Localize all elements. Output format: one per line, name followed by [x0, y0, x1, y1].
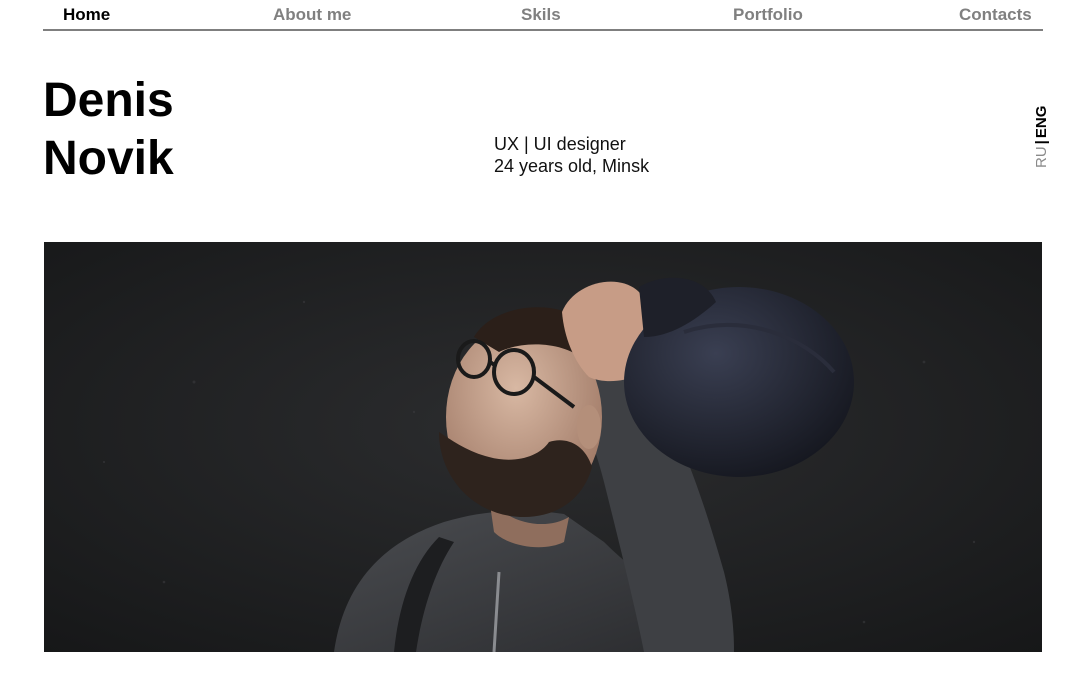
language-switcher: RU|ENG [1032, 98, 1052, 168]
hero-photo-image [44, 242, 1042, 652]
nav-item-skills[interactable]: Skils [521, 5, 561, 25]
nav-item-portfolio[interactable]: Portfolio [733, 5, 803, 25]
lang-option-ru[interactable]: RU [1033, 146, 1050, 168]
nav-item-about-me[interactable]: About me [273, 5, 351, 25]
lang-separator: | [1033, 140, 1050, 145]
hero-name: Denis Novik [43, 72, 174, 188]
hero-last-name: Novik [43, 132, 174, 185]
lang-option-eng[interactable]: ENG [1033, 106, 1050, 139]
hero-details: 24 years old, Minsk [494, 156, 650, 176]
hero-first-name: Denis [43, 74, 174, 127]
hero-info: UX | UI designer 24 years old, Minsk [494, 133, 649, 177]
nav-item-contacts[interactable]: Contacts [959, 5, 1032, 25]
hero-photo [44, 242, 1042, 652]
main-nav: Home About me Skils Portfolio Contacts [43, 0, 1043, 31]
nav-item-home[interactable]: Home [63, 5, 110, 25]
hero-role: UX | UI designer [494, 134, 626, 154]
